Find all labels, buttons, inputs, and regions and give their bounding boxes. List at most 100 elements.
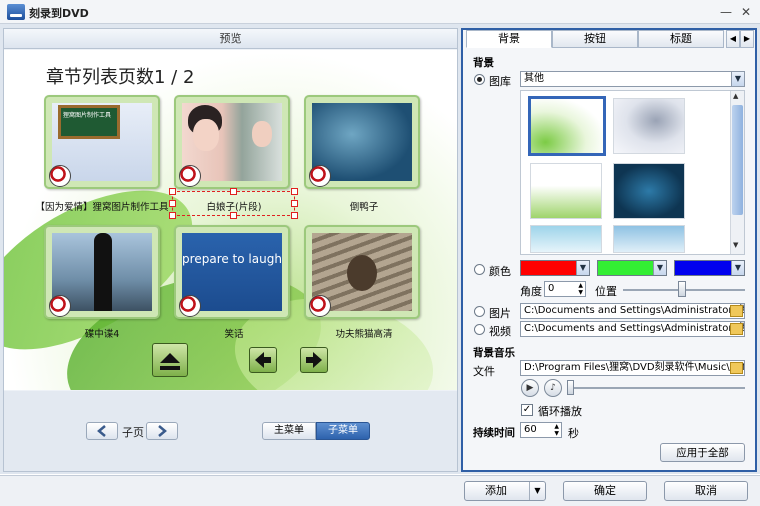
- cancel-button[interactable]: 取消: [664, 481, 748, 501]
- menu-preview-canvas[interactable]: 章节列表页数1 / 2 狸窝图片制作工具 【因为爱情】狸窝图片制作工具 白娘子(…: [4, 50, 457, 390]
- footer-bar: 添加 ▼ 确定 取消: [0, 475, 760, 506]
- duration-input[interactable]: 60 ▲ ▼: [520, 422, 562, 438]
- stepper-icon[interactable]: ▲ ▼: [578, 282, 583, 296]
- chapter-image: [252, 121, 272, 147]
- chapter-thumb-5[interactable]: prepare to laugh: [174, 225, 290, 319]
- video-path-input[interactable]: C:\Documents and Settings\Administrator\…: [520, 321, 745, 337]
- chapter-label-5[interactable]: 笑话: [159, 326, 309, 340]
- tab-scroll-left-icon[interactable]: ◀: [726, 30, 740, 48]
- chapter-thumb-4[interactable]: [44, 225, 160, 319]
- resize-handle[interactable]: [169, 212, 176, 219]
- resize-handle[interactable]: [230, 212, 237, 219]
- video-radio[interactable]: [474, 324, 485, 335]
- close-button[interactable]: ✕: [738, 4, 754, 20]
- picture-path: C:\Documents and Settings\Administrator\…: [524, 305, 745, 316]
- subpage-prev-button[interactable]: [86, 422, 118, 440]
- tab-scroll-right-icon[interactable]: ▶: [740, 30, 754, 48]
- resize-handle[interactable]: [169, 188, 176, 195]
- blackboard-image: 狸窝图片制作工具: [58, 105, 120, 139]
- soccer-ball-icon: [309, 295, 331, 317]
- stepper-icon[interactable]: ▲ ▼: [554, 423, 559, 437]
- chapter-label-6[interactable]: 功夫熊猫高清: [289, 326, 439, 340]
- tab-buttons[interactable]: 按钮: [552, 30, 638, 48]
- picture-radio[interactable]: [474, 306, 485, 317]
- main-menu-tab[interactable]: 主菜单: [262, 422, 316, 440]
- gallery-item[interactable]: [613, 163, 685, 219]
- color-swatch-1[interactable]: ▼: [520, 260, 590, 276]
- soccer-ball-icon: [49, 165, 71, 187]
- library-select-value: 其他: [524, 73, 544, 84]
- video-path: C:\Documents and Settings\Administrator\…: [524, 323, 745, 334]
- chevron-down-icon: ▼: [731, 72, 744, 86]
- chapter-label-2[interactable]: 白娘子(片段): [159, 199, 309, 213]
- add-button-label: 添加: [485, 484, 507, 497]
- minimize-button[interactable]: —: [718, 4, 734, 20]
- angle-input[interactable]: 0 ▲ ▼: [544, 281, 586, 297]
- file-label: 文件: [473, 365, 495, 378]
- gallery-item[interactable]: [613, 225, 685, 253]
- gallery-scrollbar[interactable]: ▲ ▼: [730, 91, 744, 254]
- position-slider-thumb[interactable]: [678, 281, 686, 297]
- music-progress-slider[interactable]: [567, 387, 745, 389]
- picture-label: 图片: [489, 307, 511, 320]
- music-slider-thumb[interactable]: [567, 380, 574, 395]
- chevron-right-icon: [158, 425, 167, 437]
- color-swatch-2[interactable]: ▼: [597, 260, 667, 276]
- music-path-input[interactable]: D:\Program Files\狸窝\DVD刻录软件\Music\defa: [520, 360, 745, 376]
- library-radio[interactable]: [474, 74, 485, 85]
- chapter-thumb-3[interactable]: [304, 95, 420, 189]
- soccer-ball-icon: [49, 295, 71, 317]
- color-radio[interactable]: [474, 264, 485, 275]
- gallery-scroll-thumb[interactable]: [732, 105, 743, 215]
- chapter-label-1[interactable]: 【因为爱情】狸窝图片制作工具: [27, 199, 177, 213]
- play-button[interactable]: ▶: [521, 379, 539, 397]
- sub-menu-tab[interactable]: 子菜单: [316, 422, 370, 440]
- picture-path-input[interactable]: C:\Documents and Settings\Administrator\…: [520, 303, 745, 319]
- chapter-thumb-2[interactable]: [174, 95, 290, 189]
- gallery-item[interactable]: [528, 96, 606, 156]
- chapter-thumb-6[interactable]: [304, 225, 420, 319]
- eject-icon: [160, 353, 180, 370]
- play-icon: ▶: [526, 383, 534, 393]
- chapter-thumb-1[interactable]: 狸窝图片制作工具: [44, 95, 160, 189]
- tab-background[interactable]: 背景: [466, 30, 552, 48]
- chevron-down-icon: ▼: [653, 261, 666, 275]
- scroll-up-icon[interactable]: ▲: [733, 92, 738, 100]
- add-button[interactable]: 添加 ▼: [464, 481, 546, 501]
- prev-page-button[interactable]: [249, 347, 277, 373]
- angle-value: 0: [548, 283, 555, 294]
- video-label: 视频: [489, 325, 511, 338]
- folder-icon[interactable]: [730, 305, 743, 317]
- resize-handle[interactable]: [291, 188, 298, 195]
- resize-handle[interactable]: [291, 212, 298, 219]
- preview-header: 预览: [4, 29, 457, 49]
- gallery-item[interactable]: [530, 163, 602, 219]
- chevron-down-icon: ▼: [731, 261, 744, 275]
- apply-all-button[interactable]: 应用于全部: [660, 443, 745, 462]
- library-select[interactable]: 其他 ▼: [520, 71, 745, 87]
- folder-icon[interactable]: [730, 362, 743, 374]
- loop-checkbox[interactable]: ✓: [521, 404, 533, 416]
- gallery-item[interactable]: [530, 225, 602, 253]
- chevron-down-icon[interactable]: ▼: [529, 482, 545, 500]
- gallery-item[interactable]: [613, 98, 685, 154]
- tab-title[interactable]: 标题: [638, 30, 724, 48]
- angle-label: 角度: [520, 285, 542, 298]
- duration-unit: 秒: [568, 427, 579, 440]
- ok-button[interactable]: 确定: [563, 481, 647, 501]
- music-note-button[interactable]: ♪: [544, 379, 562, 397]
- scroll-down-icon[interactable]: ▼: [733, 241, 738, 249]
- eject-button[interactable]: [152, 343, 188, 377]
- background-section-title: 背景: [473, 57, 494, 69]
- color-swatch-3[interactable]: ▼: [674, 260, 745, 276]
- chapter-label-4[interactable]: 碟中谍4: [27, 326, 177, 340]
- subpage-next-button[interactable]: [146, 422, 178, 440]
- chapter-label-3[interactable]: 倒鸭子: [289, 199, 439, 213]
- duration-label: 持续时间: [473, 427, 515, 439]
- next-page-button[interactable]: [300, 347, 328, 373]
- folder-icon[interactable]: [730, 323, 743, 335]
- library-label: 图库: [489, 75, 511, 88]
- background-gallery: ▲ ▼: [520, 90, 745, 255]
- resize-handle[interactable]: [230, 188, 237, 195]
- subpage-label: 子页: [122, 426, 144, 439]
